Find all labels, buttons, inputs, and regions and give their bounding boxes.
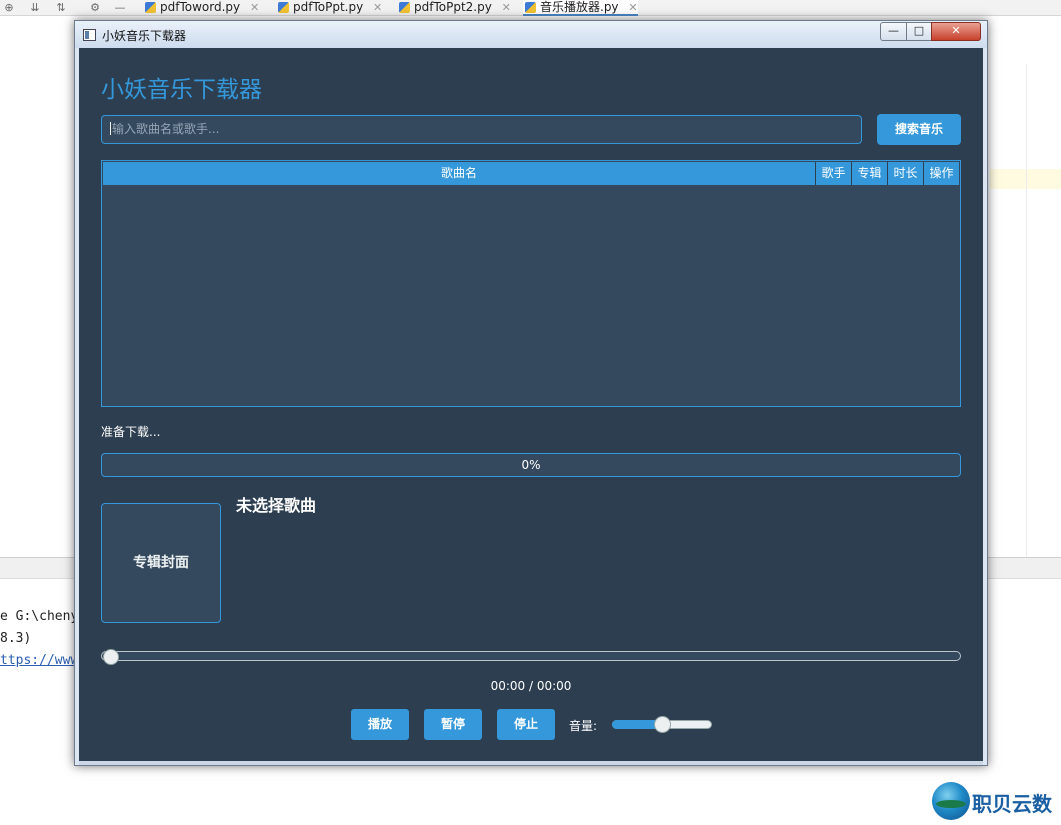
- tab-close-icon[interactable]: ✕: [628, 1, 637, 14]
- tab-label: 音乐播放器.py: [540, 0, 619, 14]
- results-table[interactable]: 歌曲名 歌手 专辑 时长 操作: [101, 160, 961, 407]
- watermark-logo-icon: [932, 782, 970, 820]
- close-button[interactable]: ✕: [931, 22, 981, 41]
- tab-label: pdfToPpt2.py: [414, 0, 492, 14]
- ide-toolbar: ⊕ ⇊ ⇅ ⚙ — pdfToword.py ✕ pdfToPpt.py ✕ p…: [0, 0, 1061, 16]
- download-progress-bar: 0%: [101, 453, 961, 477]
- tab-close-icon[interactable]: ✕: [250, 1, 259, 14]
- app-window-icon: [83, 29, 96, 41]
- collapse-icon[interactable]: ⇊: [27, 0, 43, 16]
- progress-label: 0%: [521, 458, 541, 472]
- volume-handle[interactable]: [654, 716, 671, 733]
- expand-icon[interactable]: ⇅: [53, 0, 69, 16]
- tab-close-icon[interactable]: ✕: [373, 1, 382, 14]
- column-header-action[interactable]: 操作: [924, 162, 959, 185]
- minimize-button[interactable]: —: [880, 22, 907, 41]
- tab-pdftoword[interactable]: pdfToword.py ✕: [143, 0, 259, 16]
- volume-slider[interactable]: [612, 716, 712, 733]
- now-playing-title: 未选择歌曲: [236, 496, 317, 515]
- target-icon[interactable]: ⊕: [1, 0, 17, 16]
- watermark-text: 职贝云数: [972, 792, 1052, 816]
- seek-handle[interactable]: [103, 649, 119, 665]
- tab-label: pdfToPpt.py: [293, 0, 364, 14]
- app-client-area: 小妖音乐下载器 输入歌曲名或歌手... 搜索音乐 歌曲名 歌手 专辑 时长 操作…: [79, 48, 983, 761]
- column-header-album[interactable]: 专辑: [852, 162, 888, 185]
- app-window: 小妖音乐下载器 — □ ✕ 小妖音乐下载器 输入歌曲名或歌手... 搜索音乐 歌…: [74, 20, 988, 766]
- watermark: 职贝云数: [932, 781, 1057, 821]
- window-bottom-border: [79, 761, 983, 765]
- hide-icon[interactable]: —: [112, 0, 128, 16]
- seek-slider[interactable]: [101, 649, 961, 665]
- console-line: e G:\cheny: [0, 609, 79, 624]
- pause-button[interactable]: 暂停: [424, 709, 482, 740]
- console-line: 8.3): [0, 631, 32, 646]
- seek-track[interactable]: [101, 651, 961, 661]
- tab-pdftoppt2[interactable]: pdfToPpt2.py ✕: [397, 0, 511, 16]
- window-title: 小妖音乐下载器: [102, 29, 187, 43]
- python-file-icon: [145, 2, 156, 13]
- search-input[interactable]: 输入歌曲名或歌手...: [101, 115, 862, 144]
- column-header-duration[interactable]: 时长: [888, 162, 924, 185]
- time-display: 00:00 / 00:00: [490, 679, 572, 693]
- tab-close-icon[interactable]: ✕: [502, 1, 511, 14]
- right-margin-guide: [1026, 64, 1027, 574]
- console-link[interactable]: ttps://www: [0, 650, 78, 672]
- download-status: 准备下载...: [101, 425, 161, 439]
- python-file-icon: [278, 2, 289, 13]
- tab-music-player[interactable]: 音乐播放器.py ✕: [523, 0, 638, 16]
- results-table-header: 歌曲名 歌手 专辑 时长 操作: [103, 162, 959, 185]
- gear-icon[interactable]: ⚙: [87, 0, 103, 16]
- text-caret: [110, 122, 111, 135]
- ide-console[interactable]: e G:\cheny 8.3) ttps://www: [0, 606, 78, 672]
- tab-pdftoppt[interactable]: pdfToPpt.py ✕: [276, 0, 382, 16]
- tab-label: pdfToword.py: [160, 0, 241, 14]
- album-cover: 专辑封面: [101, 503, 221, 623]
- column-header-artist[interactable]: 歌手: [816, 162, 852, 185]
- stop-button[interactable]: 停止: [497, 709, 555, 740]
- python-file-icon: [399, 2, 410, 13]
- window-titlebar[interactable]: 小妖音乐下载器 — □ ✕: [75, 21, 987, 48]
- app-heading: 小妖音乐下载器: [101, 77, 262, 103]
- play-button[interactable]: 播放: [351, 709, 409, 740]
- column-header-song[interactable]: 歌曲名: [103, 162, 816, 185]
- volume-label: 音量:: [569, 719, 598, 733]
- search-button[interactable]: 搜索音乐: [877, 114, 961, 145]
- python-file-icon: [525, 2, 536, 13]
- search-placeholder: 输入歌曲名或歌手...: [112, 122, 220, 136]
- maximize-button[interactable]: □: [906, 22, 932, 41]
